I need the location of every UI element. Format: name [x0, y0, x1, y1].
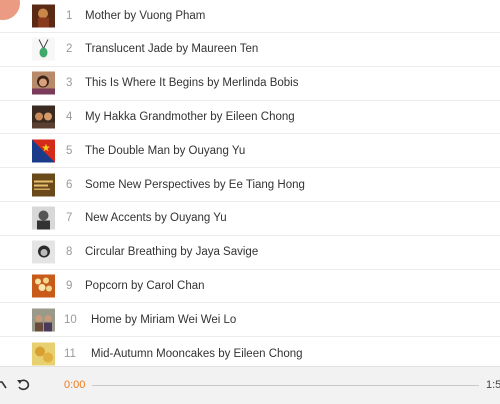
- repeat-icon[interactable]: [16, 378, 31, 392]
- track-number: 2: [66, 43, 73, 56]
- track-row[interactable]: 10 Home by Miriam Wei Wei Lo: [0, 303, 500, 338]
- track-thumbnail: [32, 240, 55, 264]
- track-thumbnail: [32, 274, 55, 298]
- track-thumbnail: [32, 173, 55, 197]
- track-title[interactable]: This Is Where It Begins by Merlinda Bobi…: [85, 77, 298, 89]
- track-title[interactable]: Circular Breathing by Jaya Savige: [85, 246, 258, 258]
- track-number: 3: [66, 77, 73, 90]
- track-number: 8: [66, 246, 73, 259]
- current-time: 0:00: [64, 379, 86, 391]
- track-thumbnail: [32, 342, 55, 366]
- total-time: 1:5: [486, 379, 500, 391]
- track-title[interactable]: My Hakka Grandmother by Eileen Chong: [85, 111, 295, 123]
- track-row[interactable]: 4 My Hakka Grandmother by Eileen Chong: [0, 101, 500, 135]
- track-title[interactable]: Mid-Autumn Mooncakes by Eileen Chong: [91, 348, 303, 360]
- track-number: 9: [66, 279, 73, 292]
- track-thumbnail: [32, 4, 55, 28]
- track-row[interactable]: 2 Translucent Jade by Maureen Ten: [0, 33, 500, 67]
- shuffle-icon[interactable]: [0, 378, 8, 392]
- track-row[interactable]: 5 The Double Man by Ouyang Yu: [0, 134, 500, 169]
- track-title[interactable]: The Double Man by Ouyang Yu: [85, 145, 245, 157]
- progress-slider[interactable]: [92, 385, 479, 386]
- track-row[interactable]: 7 New Accents by Ouyang Yu: [0, 202, 500, 236]
- track-thumbnail: [32, 105, 55, 129]
- track-title[interactable]: New Accents by Ouyang Yu: [85, 212, 227, 224]
- track-list: 1 Mother by Vuong Pham 2 Translucent Jad…: [0, 0, 500, 371]
- track-title[interactable]: Mother by Vuong Pham: [85, 10, 205, 22]
- track-title[interactable]: Some New Perspectives by Ee Tiang Hong: [85, 179, 305, 191]
- track-thumbnail: [32, 206, 55, 230]
- track-title[interactable]: Home by Miriam Wei Wei Lo: [91, 314, 236, 326]
- track-thumbnail: [32, 37, 55, 61]
- audio-player-bar: 0:00 1:5: [0, 366, 500, 404]
- track-number: 4: [66, 110, 73, 123]
- track-number: 6: [66, 178, 73, 191]
- track-thumbnail: [32, 71, 55, 95]
- track-row[interactable]: 9 Popcorn by Carol Chan: [0, 270, 500, 304]
- track-thumbnail: [32, 308, 55, 332]
- track-number: 1: [66, 10, 73, 22]
- track-number: 7: [66, 212, 73, 225]
- track-title[interactable]: Popcorn by Carol Chan: [85, 280, 205, 292]
- track-row[interactable]: 3 This Is Where It Begins by Merlinda Bo…: [0, 67, 500, 101]
- track-number: 11: [64, 347, 76, 360]
- track-row[interactable]: 1 Mother by Vuong Pham: [0, 0, 500, 33]
- track-number: 10: [64, 313, 77, 326]
- track-title[interactable]: Translucent Jade by Maureen Ten: [85, 43, 258, 55]
- track-row[interactable]: 6 Some New Perspectives by Ee Tiang Hong: [0, 168, 500, 202]
- track-thumbnail: [32, 139, 55, 163]
- track-number: 5: [66, 144, 73, 157]
- track-row[interactable]: 8 Circular Breathing by Jaya Savige: [0, 236, 500, 270]
